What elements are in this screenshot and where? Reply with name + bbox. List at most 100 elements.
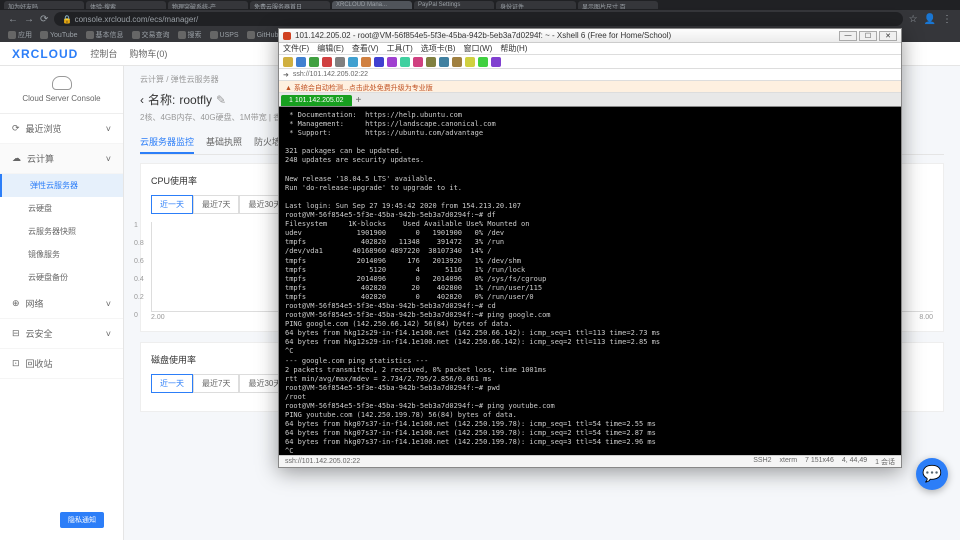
cloud-icon bbox=[52, 76, 72, 90]
console-label: Cloud Server Console bbox=[10, 94, 113, 103]
menu-item[interactable]: 编辑(E) bbox=[317, 43, 344, 54]
toolbar-icon[interactable] bbox=[413, 57, 423, 67]
xshell-address-bar: ➜ ssh://101.142.205.02:22 bbox=[279, 69, 901, 81]
back-chevron-icon[interactable]: ‹ bbox=[140, 93, 144, 107]
terminal-tab[interactable]: 1 101.142.205.02 bbox=[281, 95, 352, 106]
main-tab[interactable]: 基础执照 bbox=[206, 131, 242, 154]
bookmark-item[interactable]: 交易查询 bbox=[132, 30, 170, 40]
xshell-statusbar: ssh://101.142.205.02:22 SSH2xterm7 151x4… bbox=[279, 455, 901, 467]
nav-cart[interactable]: 购物车(0) bbox=[129, 47, 167, 60]
terminal[interactable]: * Documentation: https://help.ubuntu.com… bbox=[279, 107, 901, 455]
recycle-icon: ⊡ bbox=[12, 358, 20, 369]
status-right: SSH2xterm7 151x464, 44,491 会话 bbox=[753, 457, 895, 467]
refresh-icon: ⟳ bbox=[12, 123, 20, 134]
xshell-app-icon bbox=[283, 32, 291, 40]
toolbar-icon[interactable] bbox=[296, 57, 306, 67]
toolbar-icon[interactable] bbox=[478, 57, 488, 67]
sidebar-recent[interactable]: ⟳最近浏览˅ bbox=[0, 114, 123, 144]
toolbar-icon[interactable] bbox=[361, 57, 371, 67]
browser-tab[interactable]: 身份证件 bbox=[496, 1, 576, 9]
xshell-addr-text[interactable]: ssh://101.142.205.02:22 bbox=[293, 71, 368, 78]
bookmark-item[interactable]: USPS bbox=[210, 31, 239, 39]
toolbar-icon[interactable] bbox=[322, 57, 332, 67]
sidebar-sub-item[interactable]: 云硬盘备份 bbox=[0, 266, 123, 289]
browser-toolbar: ← → ⟳ 🔒 console.xrcloud.com/ecs/manager/… bbox=[0, 10, 960, 28]
toolbar-icon[interactable] bbox=[348, 57, 358, 67]
bookmark-item[interactable]: 搜索 bbox=[178, 30, 202, 40]
url-bar[interactable]: 🔒 console.xrcloud.com/ecs/manager/ bbox=[54, 12, 902, 26]
chat-bubble-button[interactable]: 💬 bbox=[916, 458, 948, 490]
bookmark-item[interactable]: 应用 bbox=[8, 30, 32, 40]
sidebar-sub-item[interactable]: 云硬盘 bbox=[0, 197, 123, 220]
toolbar-icon[interactable] bbox=[491, 57, 501, 67]
xshell-window: 101.142.205.02 - root@VM-56f854e5-5f3e-4… bbox=[278, 28, 902, 468]
time-range-tab[interactable]: 近一天 bbox=[151, 195, 193, 214]
toolbar-icon[interactable] bbox=[374, 57, 384, 67]
compute-icon: ☁ bbox=[12, 153, 21, 164]
reload-icon[interactable]: ⟳ bbox=[40, 14, 48, 25]
browser-tab[interactable]: PayPal Settings bbox=[414, 1, 494, 9]
maximize-button[interactable]: ☐ bbox=[859, 31, 877, 41]
menu-item[interactable]: 工具(T) bbox=[387, 43, 413, 54]
time-range-tab[interactable]: 最近7天 bbox=[193, 374, 239, 393]
profile-icon[interactable]: 👤 bbox=[924, 14, 936, 25]
browser-tab[interactable]: 加为好友吗 bbox=[4, 1, 84, 9]
bookmark-item[interactable]: YouTube bbox=[40, 31, 78, 39]
minimize-button[interactable]: — bbox=[839, 31, 857, 41]
lock-icon: 🔒 bbox=[62, 15, 72, 24]
sidebar-network[interactable]: ⊕网络˅ bbox=[0, 289, 123, 319]
toolbar-icon[interactable] bbox=[439, 57, 449, 67]
edit-icon[interactable]: ✎ bbox=[216, 93, 226, 107]
chevron-down-icon: ˅ bbox=[106, 124, 111, 134]
time-range-tab[interactable]: 近一天 bbox=[151, 374, 193, 393]
menu-item[interactable]: 选项卡(B) bbox=[421, 43, 456, 54]
sidebar-sub-item[interactable]: 镜像服务 bbox=[0, 243, 123, 266]
forward-icon[interactable]: → bbox=[24, 14, 34, 25]
star-icon[interactable]: ☆ bbox=[909, 14, 918, 25]
menu-item[interactable]: 查看(V) bbox=[352, 43, 379, 54]
menu-item[interactable]: 文件(F) bbox=[283, 43, 309, 54]
main-tab[interactable]: 防火墙 bbox=[254, 131, 281, 154]
chevron-down-icon: ˅ bbox=[106, 299, 111, 309]
nav-console[interactable]: 控制台 bbox=[90, 47, 117, 60]
bookmark-item[interactable]: 基本信息 bbox=[86, 30, 124, 40]
sidebar-sub-item[interactable]: 云服务器快照 bbox=[0, 220, 123, 243]
xshell-titlebar[interactable]: 101.142.205.02 - root@VM-56f854e5-5f3e-4… bbox=[279, 29, 901, 43]
time-range-tab[interactable]: 最近7天 bbox=[193, 195, 239, 214]
toolbar-icon[interactable] bbox=[283, 57, 293, 67]
browser-tab[interactable]: 显示图片尺寸 百 bbox=[578, 1, 658, 9]
toolbar-icon[interactable] bbox=[465, 57, 475, 67]
sidebar-compute[interactable]: ☁云计算˅ bbox=[0, 144, 123, 174]
toolbar-icon[interactable] bbox=[452, 57, 462, 67]
toolbar-icon[interactable] bbox=[309, 57, 319, 67]
sidebar-recycle[interactable]: ⊡回收站 bbox=[0, 349, 123, 379]
browser-tab[interactable]: 物理突破系统-产 bbox=[168, 1, 248, 9]
sidebar-sub-item[interactable]: 弹性云服务器 bbox=[0, 174, 123, 197]
back-icon[interactable]: ← bbox=[8, 14, 18, 25]
cloud-console-header: Cloud Server Console bbox=[0, 66, 123, 114]
chevron-down-icon: ˅ bbox=[106, 329, 111, 339]
close-button[interactable]: ✕ bbox=[879, 31, 897, 41]
xr-logo: XRCLOUD bbox=[12, 47, 78, 61]
xshell-toolbar bbox=[279, 55, 901, 69]
browser-tab[interactable]: 体验-搜索 bbox=[86, 1, 166, 9]
menu-item[interactable]: 帮助(H) bbox=[500, 43, 527, 54]
xshell-menu: 文件(F) 编辑(E) 查看(V) 工具(T) 选项卡(B) 窗口(W) 帮助(H) bbox=[279, 43, 901, 55]
toolbar-icon[interactable] bbox=[387, 57, 397, 67]
toolbar-icon[interactable] bbox=[400, 57, 410, 67]
menu-icon[interactable]: ⋮ bbox=[942, 14, 952, 25]
sidebar-security[interactable]: ⊟云安全˅ bbox=[0, 319, 123, 349]
privacy-notice-button[interactable]: 隐私通知 bbox=[60, 512, 104, 528]
browser-tab[interactable]: XRCLOUD Mana... bbox=[332, 1, 412, 9]
toolbar-icon[interactable] bbox=[426, 57, 436, 67]
url-text: console.xrcloud.com/ecs/manager/ bbox=[75, 15, 199, 24]
status-left: ssh://101.142.205.02:22 bbox=[285, 458, 360, 465]
main-tab[interactable]: 云服务器监控 bbox=[140, 131, 194, 154]
toolbar-icon[interactable] bbox=[335, 57, 345, 67]
menu-item[interactable]: 窗口(W) bbox=[463, 43, 492, 54]
browser-tab[interactable]: 免费云服务器首日 bbox=[250, 1, 330, 9]
browser-tabs: 加为好友吗体验-搜索物理突破系统-产免费云服务器首日XRCLOUD Mana..… bbox=[0, 0, 960, 10]
xshell-upgrade-hint[interactable]: ▲ 系统会自动检测...点击此处免费升级为专业版 bbox=[279, 81, 901, 93]
bookmark-item[interactable]: GitHub bbox=[247, 31, 279, 39]
add-tab-button[interactable]: + bbox=[352, 95, 366, 106]
